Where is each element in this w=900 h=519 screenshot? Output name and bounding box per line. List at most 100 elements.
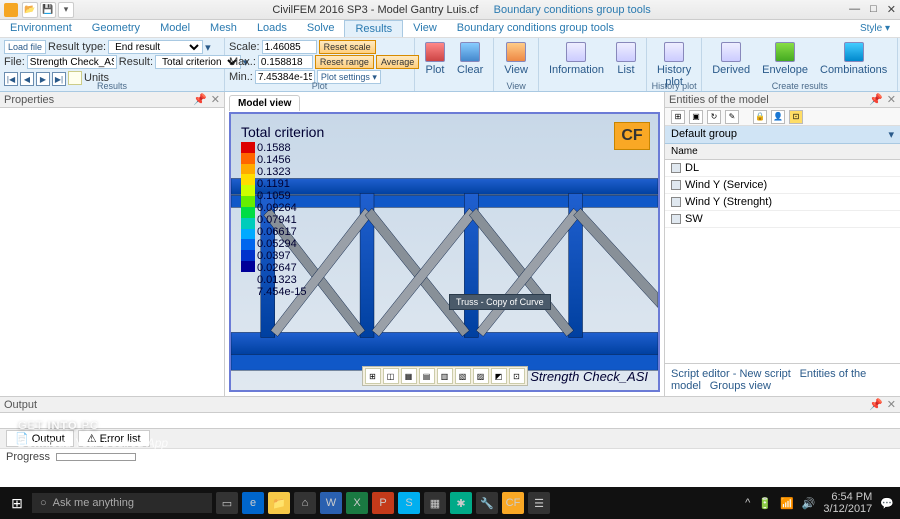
qat-save-icon[interactable]: 💾: [40, 2, 56, 18]
ent-icon[interactable]: ▣: [689, 110, 703, 124]
properties-body: [0, 108, 224, 396]
tab-boundary[interactable]: Boundary conditions group tools: [447, 20, 624, 37]
tray-icon[interactable]: 🔊: [802, 497, 816, 510]
list-item[interactable]: Wind Y (Strenght): [665, 194, 900, 211]
tray-icon[interactable]: 📶: [780, 497, 794, 510]
tab-mesh[interactable]: Mesh: [200, 20, 247, 37]
file-input[interactable]: [27, 55, 117, 69]
default-group-header[interactable]: Default group▾: [665, 126, 900, 144]
qat-open-icon[interactable]: 📂: [22, 2, 38, 18]
list-item[interactable]: DL: [665, 160, 900, 177]
average-button[interactable]: Average: [376, 55, 419, 69]
pin-icon[interactable]: 📌: [869, 93, 883, 106]
reset-range-button[interactable]: Reset range: [315, 55, 374, 69]
combinations-button[interactable]: Combinations: [814, 40, 893, 86]
cf-logo-icon: CF: [614, 122, 650, 150]
pin-icon[interactable]: 📌: [869, 398, 883, 411]
app-icon[interactable]: ⌂: [294, 492, 316, 514]
pin-icon[interactable]: 📌: [193, 93, 207, 106]
tab-solve[interactable]: Solve: [297, 20, 345, 37]
close-pane-icon[interactable]: ✕: [211, 93, 220, 106]
tab-view[interactable]: View: [403, 20, 447, 37]
start-button[interactable]: ⊞: [6, 492, 28, 514]
tray-icon[interactable]: 🔋: [758, 497, 772, 510]
minimize-button[interactable]: —: [849, 3, 860, 16]
error-list-tab[interactable]: ⚠Error list: [78, 430, 150, 447]
plot-button[interactable]: Plot: [419, 40, 451, 86]
app-icon[interactable]: ☰: [528, 492, 550, 514]
ent-icon[interactable]: ⊞: [671, 110, 685, 124]
vt-icon[interactable]: ⊞: [365, 368, 381, 384]
app-icon[interactable]: e: [242, 492, 264, 514]
view-button[interactable]: View: [498, 40, 534, 86]
vt-icon[interactable]: ⊡: [509, 368, 525, 384]
clear-button[interactable]: Clear: [451, 40, 489, 86]
ribbon-group-plottools: Plot Clear: [415, 38, 494, 91]
load-file-button[interactable]: Load file: [4, 40, 46, 54]
app-icon[interactable]: 🔧: [476, 492, 498, 514]
tab-model[interactable]: Model: [150, 20, 200, 37]
output-tab[interactable]: 📄Output: [6, 430, 74, 447]
app-icon[interactable]: W: [320, 492, 342, 514]
app-icon[interactable]: P: [372, 492, 394, 514]
tab-results[interactable]: Results: [344, 20, 403, 37]
ent-icon[interactable]: ↻: [707, 110, 721, 124]
search-box[interactable]: ○ Ask me anything: [32, 493, 212, 513]
app-icon[interactable]: X: [346, 492, 368, 514]
app-icon[interactable]: S: [398, 492, 420, 514]
list-item[interactable]: SW: [665, 211, 900, 228]
vt-icon[interactable]: ▤: [419, 368, 435, 384]
ribbon-tabs: Environment Geometry Model Mesh Loads So…: [0, 20, 900, 38]
tab-environment[interactable]: Environment: [0, 20, 82, 37]
canvas-caption: Strength Check_ASI: [530, 369, 648, 384]
app-icon[interactable]: ✱: [450, 492, 472, 514]
progress-label: Progress: [6, 451, 50, 463]
taskbar: ⊞ ○ Ask me anything ▭ e 📁 ⌂ W X P S ▦ ✱ …: [0, 487, 900, 519]
notifications-icon[interactable]: 💬: [880, 497, 894, 510]
app-icon: [4, 3, 18, 17]
tab-loads[interactable]: Loads: [247, 20, 297, 37]
ent-icon[interactable]: ⊡: [789, 110, 803, 124]
ent-icon[interactable]: ✎: [725, 110, 739, 124]
vt-icon[interactable]: ▦: [401, 368, 417, 384]
model-view-tab[interactable]: Model view: [229, 95, 300, 111]
view-toolbar: ⊞◫▦▤▥▧▨◩⊡: [362, 366, 528, 386]
list-button[interactable]: List: [610, 40, 642, 86]
model-canvas[interactable]: Total criterion 0.15880.14560.13230.1191…: [229, 112, 660, 392]
envelope-button[interactable]: Envelope: [756, 40, 814, 86]
item-icon: [671, 180, 681, 190]
groups-view-link[interactable]: Groups view: [710, 380, 771, 392]
legend-title: Total criterion: [241, 124, 324, 140]
script-editor-link[interactable]: Script editor - New script: [671, 368, 791, 380]
vt-icon[interactable]: ▨: [473, 368, 489, 384]
close-pane-icon[interactable]: ✕: [887, 93, 896, 106]
style-dropdown[interactable]: Style ▾: [850, 23, 900, 34]
derived-button[interactable]: Derived: [706, 40, 756, 86]
entities-toolbar: ⊞ ▣ ↻ ✎ 🔒 👤 ⊡: [665, 108, 900, 126]
taskview-icon[interactable]: ▭: [216, 492, 238, 514]
scale-input[interactable]: [262, 40, 317, 54]
vt-icon[interactable]: ◫: [383, 368, 399, 384]
close-button[interactable]: ✕: [887, 3, 896, 16]
maximize-button[interactable]: □: [870, 3, 877, 16]
close-pane-icon[interactable]: ✕: [887, 398, 896, 411]
app-icon[interactable]: ▦: [424, 492, 446, 514]
tray-icon[interactable]: ^: [745, 497, 750, 509]
vt-icon[interactable]: ◩: [491, 368, 507, 384]
max-input[interactable]: [258, 55, 313, 69]
ent-icon[interactable]: 👤: [771, 110, 785, 124]
system-tray: ^ 🔋 📶 🔊 6:54 PM3/12/2017 💬: [745, 491, 894, 515]
qat-dropdown-icon[interactable]: ▾: [58, 2, 74, 18]
clock[interactable]: 6:54 PM3/12/2017: [823, 491, 872, 515]
app-icon[interactable]: CF: [502, 492, 524, 514]
output-body: [0, 413, 900, 428]
vt-icon[interactable]: ▧: [455, 368, 471, 384]
info-button[interactable]: Information: [543, 40, 610, 86]
vt-icon[interactable]: ▥: [437, 368, 453, 384]
reset-scale-button[interactable]: Reset scale: [319, 40, 376, 54]
ent-icon[interactable]: 🔒: [753, 110, 767, 124]
result-type-select[interactable]: End result: [108, 40, 203, 54]
app-icon[interactable]: 📁: [268, 492, 290, 514]
list-item[interactable]: Wind Y (Service): [665, 177, 900, 194]
tab-geometry[interactable]: Geometry: [82, 20, 150, 37]
